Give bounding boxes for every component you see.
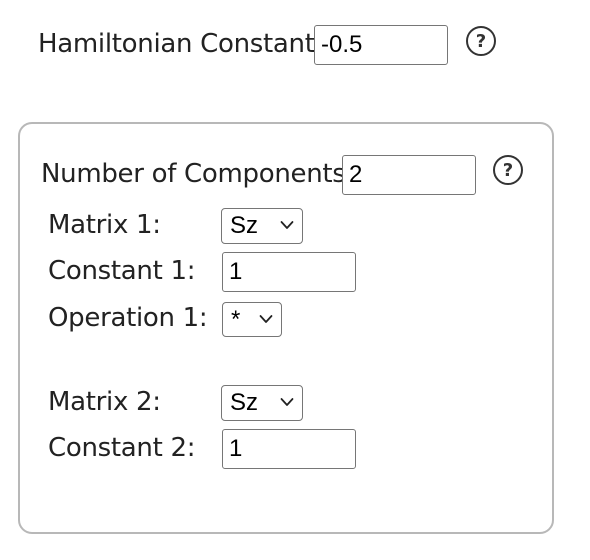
help-glyph: ? — [502, 159, 514, 181]
number-of-components-label: Number of Components — [41, 159, 346, 189]
matrix-1-label: Matrix 1: — [48, 210, 161, 240]
matrix-1-value: Sz — [230, 212, 259, 239]
hamiltonian-constant-label: Hamiltonian Constant — [38, 29, 315, 59]
matrix-1-select[interactable]: Sz — [221, 208, 303, 244]
matrix-2-label: Matrix 2: — [48, 387, 161, 417]
constant-1-input[interactable] — [222, 252, 356, 292]
hamiltonian-help-icon[interactable]: ? — [466, 26, 496, 56]
number-of-components-input[interactable] — [342, 155, 476, 195]
chevron-down-icon — [280, 221, 294, 229]
constant-1-label: Constant 1: — [48, 256, 196, 286]
help-glyph: ? — [475, 30, 487, 52]
constant-2-label: Constant 2: — [48, 433, 196, 463]
chevron-down-icon — [259, 314, 273, 323]
matrix-2-value: Sz — [230, 389, 259, 416]
operation-1-select[interactable]: * — [222, 302, 282, 337]
constant-2-input[interactable] — [222, 429, 356, 469]
hamiltonian-constant-input[interactable] — [314, 25, 448, 65]
chevron-down-icon — [280, 398, 294, 406]
operation-1-label: Operation 1: — [48, 303, 208, 333]
components-help-icon[interactable]: ? — [493, 155, 523, 185]
operation-1-value: * — [231, 305, 241, 333]
matrix-2-select[interactable]: Sz — [221, 385, 303, 421]
